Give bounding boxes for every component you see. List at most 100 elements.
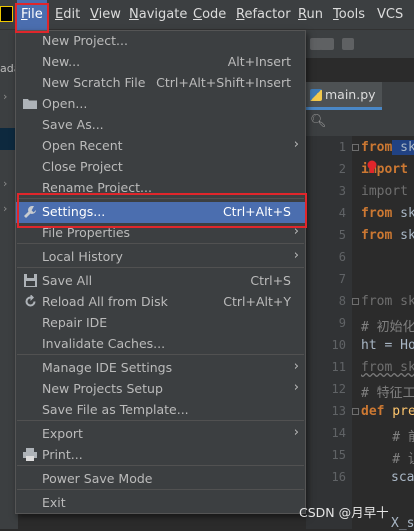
code-line: # 初始化	[361, 320, 414, 335]
menu-item-shortcut: Ctrl+S	[250, 273, 291, 288]
code-line: from sk	[361, 228, 414, 243]
code-line: ht = Ho	[361, 338, 414, 353]
tab-main-py[interactable]: main.py	[306, 82, 382, 110]
menu-item-save-as[interactable]: Save As...	[16, 115, 305, 136]
chevron-icon[interactable]: ›	[3, 90, 7, 103]
code-line: import	[361, 184, 408, 199]
menu-bar: File Edit View Navigate Code Refactor Run Tools…	[0, 0, 414, 30]
menu-item-new-project[interactable]: New Project...	[16, 31, 305, 52]
line-number: 5	[338, 228, 346, 242]
menu-item-label: Print...	[42, 447, 83, 462]
menu-code[interactable]: Code	[189, 0, 230, 30]
folder-icon	[22, 97, 38, 113]
menu-item-label: Close Project	[42, 159, 123, 174]
menu-item-save-all[interactable]: Save All Ctrl+S	[16, 271, 305, 292]
file-menu-dropdown: New Project... New... Alt+Insert New Scratc…	[15, 30, 306, 514]
tab-label: main.py	[325, 87, 376, 102]
menu-item-label: New Scratch File	[42, 75, 146, 90]
menu-item-label: Manage IDE Settings	[42, 360, 173, 375]
code-line: from sk	[361, 140, 414, 155]
menu-item-label: Exit	[42, 495, 66, 510]
line-number: 15	[331, 448, 346, 462]
menu-item-open[interactable]: Open...	[16, 94, 305, 115]
menu-item-repair-ide[interactable]: Repair IDE	[16, 313, 305, 334]
menu-navigate[interactable]: Navigate	[125, 0, 191, 30]
submenu-arrow-icon: ›	[293, 137, 299, 152]
line-number: 10	[331, 338, 346, 352]
menu-item-label: Invalidate Caches...	[42, 336, 166, 351]
menu-item-open-recent[interactable]: Open Recent ›	[16, 136, 305, 157]
menu-item-shortcut: Alt+Insert	[227, 54, 291, 69]
submenu-arrow-icon: ›	[293, 425, 299, 440]
wrench-icon	[22, 205, 38, 221]
menu-file[interactable]: File	[17, 0, 47, 30]
menu-item-label: Open Recent	[42, 138, 123, 153]
menu-edit[interactable]: Edit	[51, 0, 84, 30]
menu-item-label: Rename Project...	[42, 180, 152, 195]
code-line: # 特征工	[361, 386, 414, 401]
menu-item-label: Export	[42, 426, 83, 441]
line-number: 1	[338, 140, 346, 154]
line-number: 13	[331, 404, 346, 418]
menu-item-new[interactable]: New... Alt+Insert	[16, 52, 305, 73]
menu-view[interactable]: View	[86, 0, 125, 30]
menu-item-shortcut: Ctrl+Alt+Shift+Insert	[156, 75, 291, 90]
submenu-arrow-icon: ›	[293, 248, 299, 263]
submenu-arrow-icon: ›	[293, 224, 299, 239]
fold-marker-icon[interactable]	[352, 298, 359, 305]
menu-item-label: File Properties	[42, 225, 131, 240]
code-line: def pre	[361, 404, 414, 419]
menu-item-print[interactable]: Print...	[16, 445, 305, 466]
line-number: 11	[331, 360, 346, 374]
chevron-icon[interactable]: ›	[3, 177, 7, 190]
menu-item-label: Save File as Template...	[42, 402, 189, 417]
menu-item-rename-project[interactable]: Rename Project...	[16, 178, 305, 199]
menu-item-local-history[interactable]: Local History ›	[16, 247, 305, 268]
menu-item-close-project[interactable]: Close Project	[16, 157, 305, 178]
main-toolbar	[306, 30, 414, 58]
fold-marker-icon[interactable]	[352, 408, 359, 415]
menu-item-label: Save As...	[42, 117, 104, 132]
menu-item-power-save-mode[interactable]: Power Save Mode	[16, 469, 305, 490]
menu-item-file-properties[interactable]: File Properties ›	[16, 223, 305, 244]
save-icon	[22, 274, 38, 290]
menu-item-label: Settings...	[42, 204, 106, 219]
menu-item-new-projects-setup[interactable]: New Projects Setup ›	[16, 379, 305, 400]
menu-item-label: Repair IDE	[42, 315, 108, 330]
app-icon	[0, 6, 13, 22]
fold-marker-icon[interactable]	[352, 144, 359, 151]
menu-item-label: Open...	[42, 96, 88, 111]
chevron-icon[interactable]: ›	[3, 202, 7, 215]
menu-item-label: New Project...	[42, 33, 128, 48]
menu-vcs[interactable]: VCS	[373, 0, 407, 30]
line-number: 2	[338, 162, 346, 176]
watermark: CSDN @月早十	[299, 505, 389, 520]
menu-tools[interactable]: Tools	[329, 0, 369, 30]
submenu-arrow-icon: ›	[293, 380, 299, 395]
menu-item-new-scratch-file[interactable]: New Scratch File Ctrl+Alt+Shift+Insert	[16, 73, 305, 94]
menu-refactor[interactable]: Refactor	[232, 0, 295, 30]
menu-item-label: Save All	[42, 273, 93, 288]
submenu-arrow-icon: ›	[293, 359, 299, 374]
line-number: 7	[338, 272, 346, 286]
menu-item-label: New Projects Setup	[42, 381, 163, 396]
menu-item-settings[interactable]: Settings... Ctrl+Alt+S	[16, 202, 305, 223]
menu-item-reload-all-from-disk[interactable]: Reload All from Disk Ctrl+Alt+Y	[16, 292, 305, 313]
print-icon	[22, 448, 38, 464]
menu-item-export[interactable]: Export ›	[16, 424, 305, 445]
code-fragment: sca	[391, 470, 414, 485]
code-line: # 前	[392, 430, 414, 445]
line-number: 3	[338, 184, 346, 198]
line-number: 8	[338, 294, 346, 308]
menu-item-manage-ide-settings[interactable]: Manage IDE Settings ›	[16, 358, 305, 379]
error-bulb-icon[interactable]	[366, 160, 378, 174]
menu-item-save-file-as-template[interactable]: Save File as Template...	[16, 400, 305, 421]
menu-item-exit[interactable]: Exit	[16, 493, 305, 514]
menu-item-invalidate-caches[interactable]: Invalidate Caches...	[16, 334, 305, 355]
search-icon[interactable]: 🔍︎	[310, 114, 327, 129]
pause-icon[interactable]	[342, 38, 354, 50]
editor-search-bar[interactable]: 🔍︎	[306, 110, 414, 136]
debug-icon[interactable]	[320, 38, 334, 50]
line-number: 6	[338, 250, 346, 264]
menu-run[interactable]: Run	[294, 0, 327, 30]
